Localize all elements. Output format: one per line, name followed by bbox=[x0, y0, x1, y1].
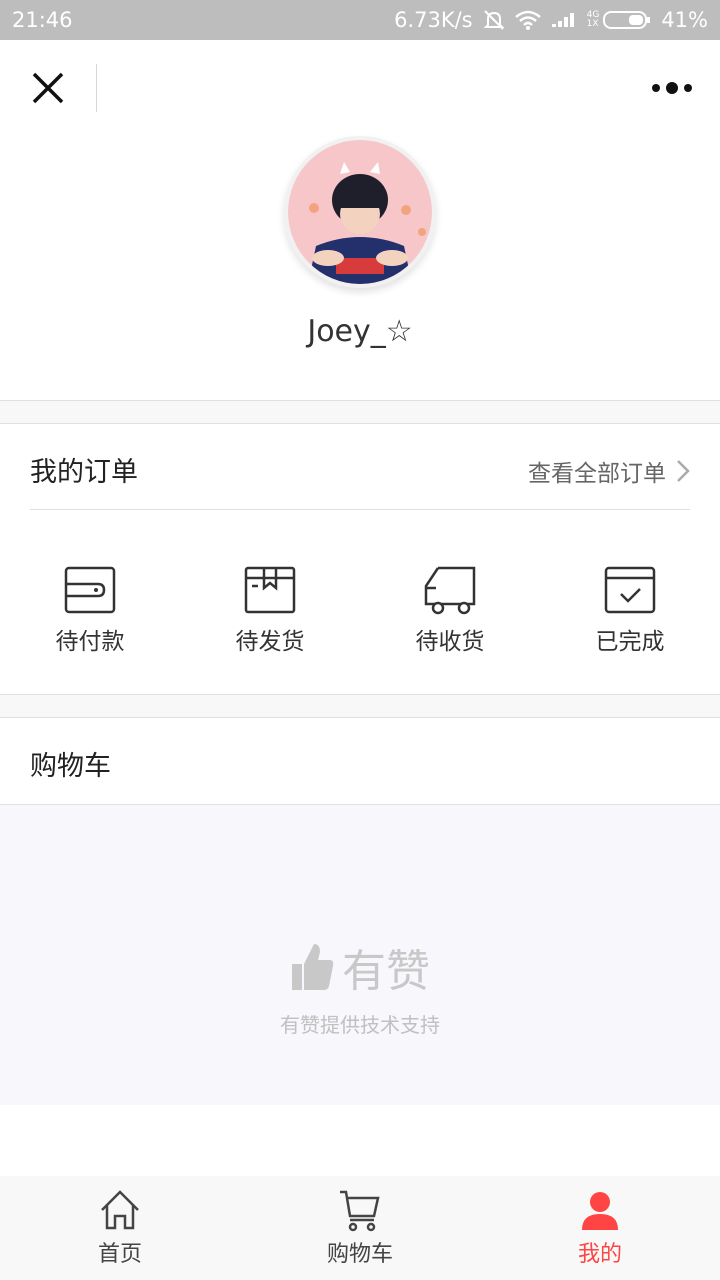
content-area: 有赞 有赞提供技术支持 bbox=[0, 805, 720, 1105]
avatar[interactable] bbox=[284, 136, 436, 288]
orders-section: 我的订单 查看全部订单 待付款 待发货 待收货 已完成 bbox=[0, 424, 720, 694]
profile-section: Joey_☆ bbox=[0, 136, 720, 400]
avatar-image bbox=[288, 140, 432, 284]
order-item-label: 待收货 bbox=[415, 629, 485, 655]
orders-header: 我的订单 查看全部订单 bbox=[30, 424, 690, 510]
status-time: 21:46 bbox=[12, 8, 73, 32]
tab-cart[interactable]: 购物车 bbox=[240, 1176, 480, 1280]
user-icon bbox=[582, 1192, 618, 1230]
more-button[interactable] bbox=[646, 76, 698, 100]
cart-title: 购物车 bbox=[30, 751, 111, 782]
order-item-label: 待付款 bbox=[55, 629, 125, 655]
done-box-icon bbox=[604, 566, 656, 614]
signal-icon bbox=[551, 10, 577, 30]
thumbs-up-icon bbox=[292, 944, 334, 990]
close-button[interactable] bbox=[28, 68, 68, 108]
bell-off-icon bbox=[483, 9, 505, 31]
view-all-orders-link[interactable]: 查看全部订单 bbox=[528, 454, 690, 488]
section-divider bbox=[0, 400, 720, 424]
home-icon bbox=[101, 1190, 139, 1230]
top-nav bbox=[0, 40, 720, 136]
package-icon bbox=[244, 566, 296, 614]
cart-section[interactable]: 购物车 bbox=[0, 718, 720, 805]
battery-level: 41% bbox=[661, 8, 708, 32]
order-status-list: 待付款 待发货 待收货 已完成 bbox=[0, 564, 720, 656]
username: Joey_☆ bbox=[307, 314, 413, 349]
tab-label: 我的 bbox=[577, 1242, 622, 1267]
youzan-logo: 有赞 bbox=[0, 935, 720, 999]
wallet-icon bbox=[64, 566, 116, 614]
battery-icon bbox=[603, 10, 651, 30]
truck-icon bbox=[424, 566, 476, 615]
tab-label: 首页 bbox=[97, 1242, 142, 1267]
tech-support-text: 有赞提供技术支持 bbox=[280, 1013, 440, 1037]
tab-bar: 首页 购物车 我的 bbox=[0, 1176, 720, 1280]
tab-home[interactable]: 首页 bbox=[0, 1176, 240, 1280]
order-item-label: 已完成 bbox=[595, 629, 665, 655]
network-speed: 6.73K/s bbox=[394, 8, 473, 32]
wifi-icon bbox=[514, 10, 541, 30]
order-pending-payment[interactable]: 待付款 bbox=[0, 564, 180, 656]
more-dots-icon bbox=[652, 82, 692, 94]
tab-mine[interactable]: 我的 bbox=[480, 1176, 720, 1280]
tab-label: 购物车 bbox=[326, 1242, 393, 1267]
chevron-right-icon bbox=[677, 460, 690, 482]
order-pending-receipt[interactable]: 待收货 bbox=[360, 564, 540, 656]
order-pending-shipment[interactable]: 待发货 bbox=[180, 564, 360, 656]
status-bar: 21:46 6.73K/s 4G 1X 41% bbox=[0, 0, 720, 40]
network-type: 4G 1X bbox=[586, 10, 600, 29]
nav-divider bbox=[96, 64, 97, 112]
youzan-brand: 有赞 bbox=[342, 946, 430, 997]
cart-icon bbox=[340, 1190, 380, 1232]
order-completed[interactable]: 已完成 bbox=[540, 564, 720, 656]
orders-title: 我的订单 bbox=[30, 457, 138, 488]
section-divider bbox=[0, 694, 720, 718]
close-icon bbox=[32, 72, 64, 104]
order-item-label: 待发货 bbox=[235, 629, 305, 655]
view-all-label: 查看全部订单 bbox=[528, 461, 666, 487]
